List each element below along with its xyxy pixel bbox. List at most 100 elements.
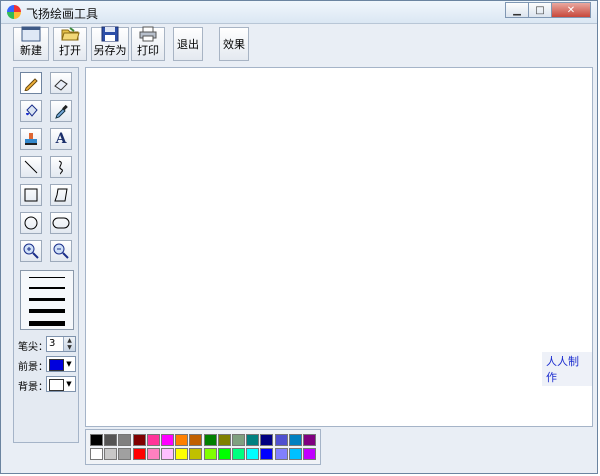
line-width-selector[interactable] bbox=[20, 270, 74, 330]
tool-ellipse[interactable] bbox=[20, 212, 42, 234]
open-button-label: 打开 bbox=[59, 44, 81, 57]
ellipse-icon bbox=[24, 216, 38, 230]
palette-color-swatch[interactable] bbox=[303, 448, 316, 460]
palette-color-swatch[interactable] bbox=[203, 434, 217, 446]
palette-color-swatch[interactable] bbox=[203, 448, 217, 460]
palette-color-swatch[interactable] bbox=[260, 448, 274, 460]
palette-color-swatch[interactable] bbox=[303, 434, 316, 446]
line-width-2[interactable] bbox=[29, 287, 65, 289]
tool-panel: A 笔尖： 3 ▲ ▼ 前景： ▼ 背景： ▼ bbox=[13, 67, 79, 443]
brush-size-value: 3 bbox=[49, 338, 56, 349]
credit-text: 人人制作 bbox=[542, 352, 592, 386]
palette-color-swatch[interactable] bbox=[274, 434, 288, 446]
palette-color-swatch[interactable] bbox=[260, 434, 274, 446]
line-width-5[interactable] bbox=[29, 321, 65, 326]
maximize-button[interactable]: □ bbox=[528, 2, 552, 18]
tool-stamp[interactable] bbox=[20, 128, 42, 150]
chevron-down-icon: ▼ bbox=[66, 380, 72, 388]
save-as-button[interactable]: 另存为 bbox=[91, 26, 129, 61]
tool-zoom-in[interactable] bbox=[20, 240, 42, 262]
palette-color-swatch[interactable] bbox=[189, 448, 203, 460]
open-button[interactable]: 打开 bbox=[53, 27, 87, 61]
palette-color-swatch[interactable] bbox=[146, 434, 160, 446]
print-button[interactable]: 打印 bbox=[131, 26, 165, 61]
spinner-arrows[interactable]: ▲ ▼ bbox=[63, 337, 75, 351]
background-label: 背景： bbox=[18, 382, 48, 393]
palette-color-swatch[interactable] bbox=[288, 434, 302, 446]
background-color-picker[interactable]: ▼ bbox=[46, 376, 76, 392]
line-width-4[interactable] bbox=[29, 309, 65, 313]
palette-color-swatch[interactable] bbox=[175, 434, 189, 446]
save-as-button-label: 另存为 bbox=[93, 44, 127, 57]
title-bar: 飞扬绘画工具 ▁ □ ✕ bbox=[1, 1, 597, 24]
line-width-1[interactable] bbox=[29, 277, 65, 278]
palette-color-swatch[interactable] bbox=[175, 448, 189, 460]
palette-color-swatch[interactable] bbox=[132, 448, 146, 460]
eyedropper-icon bbox=[55, 104, 68, 119]
minimize-icon: ▁ bbox=[513, 4, 521, 16]
rounded-rect-icon bbox=[52, 217, 70, 229]
color-palette bbox=[85, 429, 321, 465]
palette-color-swatch[interactable] bbox=[104, 434, 118, 446]
app-window: 飞扬绘画工具 ▁ □ ✕ 新建 打开 另存为 打印 退出 效果 A 笔尖： 3 … bbox=[0, 0, 598, 474]
tool-zoom-out[interactable] bbox=[50, 240, 72, 262]
palette-color-swatch[interactable] bbox=[161, 434, 174, 446]
tool-text[interactable]: A bbox=[50, 128, 72, 150]
tool-pencil[interactable] bbox=[20, 72, 42, 94]
curve-icon bbox=[58, 160, 63, 175]
palette-color-swatch[interactable] bbox=[90, 448, 103, 460]
palette-color-swatch[interactable] bbox=[104, 448, 118, 460]
maximize-icon: □ bbox=[535, 4, 545, 16]
text-icon: A bbox=[55, 131, 67, 147]
paint-bucket-icon bbox=[26, 104, 38, 117]
brush-size-spinner[interactable]: 3 ▲ ▼ bbox=[46, 336, 76, 352]
palette-color-swatch[interactable] bbox=[189, 434, 203, 446]
tool-curve[interactable] bbox=[50, 156, 72, 178]
new-button-label: 新建 bbox=[20, 44, 42, 57]
tool-eyedropper[interactable] bbox=[50, 100, 72, 122]
palette-color-swatch[interactable] bbox=[232, 434, 245, 446]
tool-rectangle[interactable] bbox=[20, 184, 42, 206]
exit-button[interactable]: 退出 bbox=[173, 27, 203, 61]
palette-color-swatch[interactable] bbox=[246, 448, 260, 460]
palette-color-swatch[interactable] bbox=[161, 448, 174, 460]
palette-color-swatch[interactable] bbox=[217, 434, 231, 446]
pencil-icon bbox=[24, 78, 38, 91]
window-title: 飞扬绘画工具 bbox=[26, 7, 99, 21]
palette-color-swatch[interactable] bbox=[217, 448, 231, 460]
effects-button[interactable]: 效果 bbox=[219, 27, 249, 61]
palette-color-swatch[interactable] bbox=[232, 448, 245, 460]
line-width-3[interactable] bbox=[29, 298, 65, 301]
new-file-icon bbox=[21, 26, 41, 42]
minimize-button[interactable]: ▁ bbox=[505, 2, 529, 18]
rectangle-icon bbox=[24, 188, 38, 202]
tool-line[interactable] bbox=[20, 156, 42, 178]
tool-rounded-rect[interactable] bbox=[50, 212, 72, 234]
tool-eraser[interactable] bbox=[50, 72, 72, 94]
floppy-disk-icon bbox=[101, 26, 119, 42]
foreground-color-picker[interactable]: ▼ bbox=[46, 356, 76, 372]
palette-color-swatch[interactable] bbox=[246, 434, 260, 446]
print-button-label: 打印 bbox=[137, 44, 159, 57]
palette-color-swatch[interactable] bbox=[90, 434, 103, 446]
tool-polygon[interactable] bbox=[50, 184, 72, 206]
palette-color-swatch[interactable] bbox=[118, 448, 132, 460]
palette-color-swatch[interactable] bbox=[132, 434, 146, 446]
close-button[interactable]: ✕ bbox=[551, 2, 591, 18]
zoom-out-icon bbox=[53, 243, 69, 259]
chevron-down-icon: ▼ bbox=[66, 360, 72, 368]
stamp-icon bbox=[25, 133, 37, 145]
close-icon: ✕ bbox=[566, 4, 576, 16]
printer-icon bbox=[139, 26, 157, 42]
drawing-canvas[interactable]: 人人制作 bbox=[85, 67, 593, 427]
palette-color-swatch[interactable] bbox=[146, 448, 160, 460]
tool-fill[interactable] bbox=[20, 100, 42, 122]
palette-color-swatch[interactable] bbox=[274, 448, 288, 460]
effects-button-label: 效果 bbox=[223, 38, 245, 51]
palette-color-swatch[interactable] bbox=[118, 434, 132, 446]
palette-color-swatch[interactable] bbox=[288, 448, 302, 460]
new-button[interactable]: 新建 bbox=[13, 26, 49, 61]
foreground-label: 前景： bbox=[18, 362, 48, 373]
eraser-icon bbox=[54, 79, 68, 91]
zoom-in-icon bbox=[23, 243, 39, 259]
